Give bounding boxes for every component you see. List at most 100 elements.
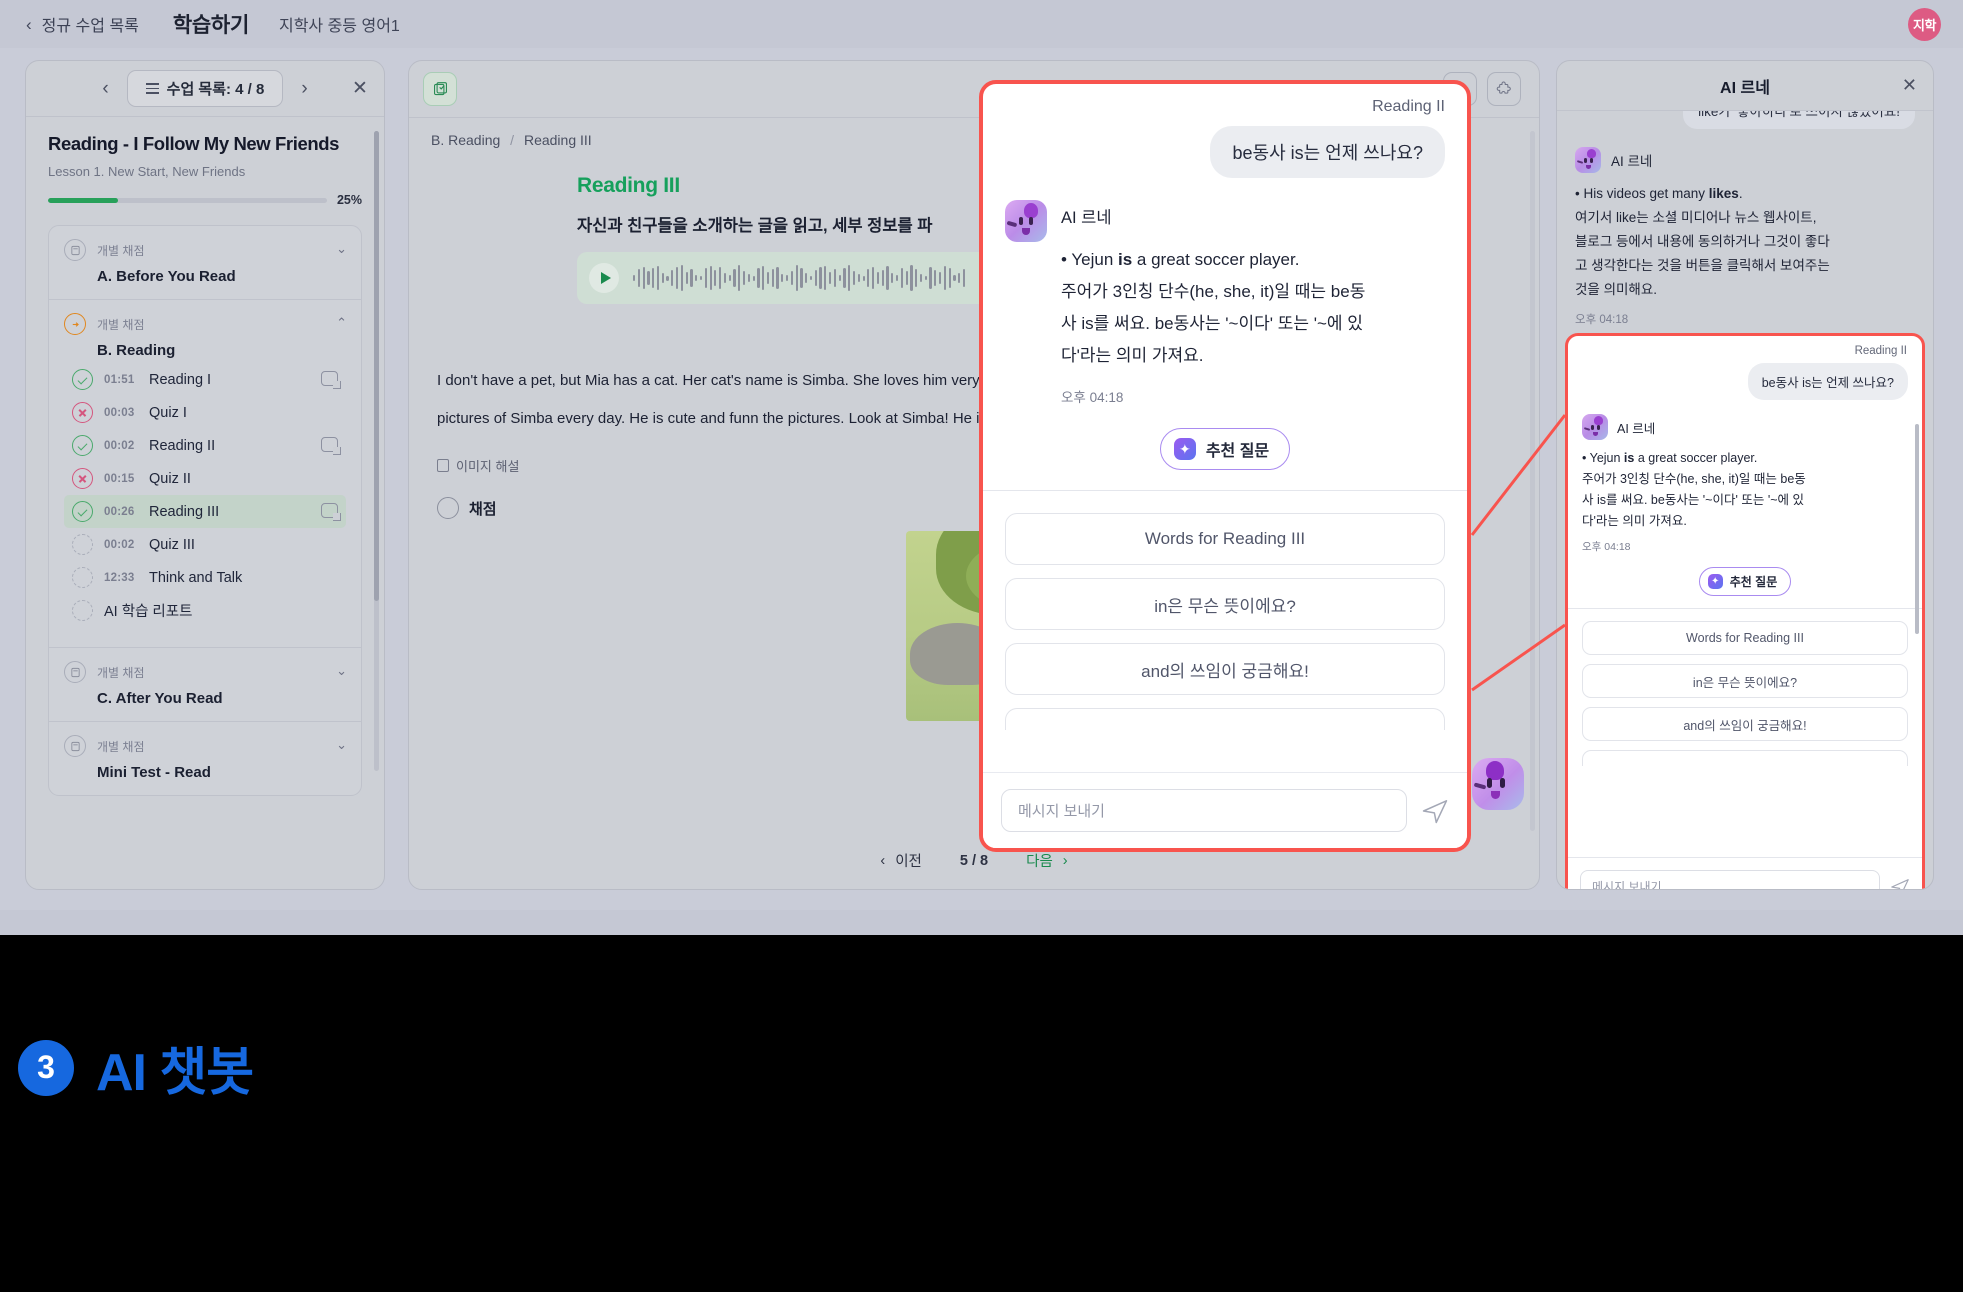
ai-response-header: AI 르네 <box>1582 414 1908 440</box>
suggestion-option[interactable]: Words for Reading III <box>1005 513 1445 565</box>
chevron-down-icon[interactable]: ⌄ <box>336 663 347 679</box>
avatar[interactable]: 지학 <box>1908 8 1941 41</box>
section-c-header: 개별 채점 ⌄ <box>64 661 347 683</box>
mascot-icon <box>1005 200 1047 242</box>
suggested-questions-label: 추천 질문 <box>1205 443 1270 460</box>
section-minitest-name: Mini Test - Read <box>97 764 211 781</box>
section-b-header: 개별 채점 ⌃ <box>64 313 347 335</box>
empty-circle-icon <box>72 567 93 588</box>
ai-chat-card-magnified: Reading II be동사 is는 언제 쓰나요? AI 르네 • Yeju… <box>979 80 1471 852</box>
section-c-tag: 개별 채점 <box>97 665 145 680</box>
lesson-item[interactable]: 00:02 Reading II <box>64 429 346 462</box>
suggestion-option[interactable]: Words for Reading III <box>1582 621 1908 655</box>
suggestion-list: Words for Reading III in은 무슨 뜻이에요? and의 … <box>983 491 1467 730</box>
lesson-count-label: 수업 목록: 4 / 8 <box>166 81 265 98</box>
suggested-questions-button[interactable]: ✦ 추천 질문 <box>1698 567 1792 596</box>
next-page-button[interactable]: 다음 › <box>1026 850 1068 871</box>
lesson-item-label: AI 학습 리포트 <box>104 604 193 620</box>
section-b-name: B. Reading <box>97 342 176 359</box>
image-caption-label: 이미지 해설 <box>456 459 520 474</box>
lesson-item[interactable]: 00:15 Quiz II <box>64 462 346 495</box>
page-title: 학습하기 <box>172 14 249 37</box>
lesson-item[interactable]: 00:26 Reading III <box>64 495 346 528</box>
chevron-left-icon: ‹ <box>26 14 32 34</box>
lesson-title: Reading - I Follow My New Friends <box>48 133 340 154</box>
suggestion-scrollbar[interactable] <box>1915 424 1919 634</box>
lesson-list-header: ‹ 수업 목록: 4 / 8 › ✕ <box>26 61 384 117</box>
chevron-down-icon[interactable]: ⌄ <box>336 241 347 257</box>
chat-bubble-icon[interactable] <box>321 503 341 521</box>
ai-response-body: • Yejun is a great soccer player. 주어가 3인… <box>1582 451 1806 528</box>
chevron-up-icon[interactable]: ⌃ <box>336 315 347 331</box>
play-icon[interactable] <box>589 263 619 293</box>
list-icon <box>145 83 159 94</box>
lesson-item[interactable]: 00:03 Quiz I <box>64 396 346 429</box>
app-inner: ‹ 정규 수업 목록 학습하기 지학사 중등 영어1 지학 ‹ 수업 목록: 4… <box>0 0 1963 910</box>
chat-message-sender: AI 르네 <box>1611 154 1653 169</box>
suggestion-option[interactable]: and의 쓰임이 궁금해요! <box>1005 643 1445 695</box>
send-icon[interactable] <box>1890 877 1910 889</box>
lesson-count-chip[interactable]: 수업 목록: 4 / 8 <box>126 70 284 107</box>
book-check-icon[interactable] <box>423 72 457 106</box>
section-a-name: A. Before You Read <box>97 268 236 285</box>
send-icon[interactable] <box>1421 797 1449 825</box>
lesson-section-b[interactable]: 개별 채점 ⌃ B. Reading 01:51 Reading I 00:03 Qu… <box>49 300 361 648</box>
chat-bubble-icon[interactable] <box>321 437 341 455</box>
prev-lesson-button[interactable]: ‹ <box>98 78 112 100</box>
lesson-item[interactable]: 00:02 Quiz III <box>64 528 346 561</box>
suggestion-option-clipped[interactable] <box>1005 708 1445 730</box>
ai-chat-panel: AI 르네 ✕ like가 '좋아하다'로 쓰이지 않았어요! AI 르네 • … <box>1556 60 1934 890</box>
suggestion-option-clipped[interactable] <box>1582 750 1908 766</box>
ai-line-rest: a great soccer player. <box>1132 250 1300 269</box>
user-message-bubble: be동사 is는 언제 쓰나요? <box>1747 363 1908 400</box>
back-to-course-list-button[interactable]: ‹ 정규 수업 목록 <box>26 12 139 36</box>
ai-line-rest: a great soccer player. <box>1634 451 1758 465</box>
chat-message-time: 오후 04:18 <box>1575 314 1629 326</box>
sparkle-icon: ✦ <box>1173 438 1196 460</box>
clipboard-icon <box>64 661 86 683</box>
ai-response-column: AI 르네 • Yejun is a great soccer player. … <box>1061 200 1445 406</box>
check-circle-icon <box>72 369 93 390</box>
ai-line-bold: is <box>1623 451 1635 465</box>
suggestion-option[interactable]: and의 쓰임이 궁금해요! <box>1582 707 1908 741</box>
mascot-icon <box>1582 414 1608 440</box>
suggested-questions-button[interactable]: ✦ 추천 질문 <box>1159 428 1291 470</box>
lesson-item-label: Reading II <box>149 437 216 454</box>
close-icon[interactable]: ✕ <box>1902 76 1917 94</box>
lesson-section-minitest[interactable]: 개별 채점 ⌄ Mini Test - Read <box>49 722 361 795</box>
chat-message-body: • His videos get many likes. 여기서 like는 소… <box>1575 186 1830 297</box>
content-scrollbar[interactable] <box>1530 131 1535 831</box>
lesson-section-a[interactable]: 개별 채점 ⌄ A. Before You Read <box>49 226 361 300</box>
prev-page-label: 이전 <box>895 854 922 870</box>
prev-page-button[interactable]: ‹ 이전 <box>880 850 922 871</box>
ai-name: AI 르네 <box>1617 421 1656 436</box>
lesson-sections: 개별 채점 ⌄ A. Before You Read 개별 채점 ⌃ B. Re… <box>48 225 362 796</box>
ai-line-bullet: • Yejun <box>1582 451 1624 465</box>
user-message-bubble: be동사 is는 언제 쓰나요? <box>1210 126 1445 178</box>
close-icon[interactable]: ✕ <box>350 79 370 99</box>
lesson-item[interactable]: 01:51 Reading I <box>64 363 346 396</box>
lesson-item-time: 00:02 <box>104 538 135 551</box>
ai-response-time: 오후 04:18 <box>1582 541 1631 553</box>
next-lesson-button[interactable]: › <box>297 78 311 100</box>
lesson-panel-scrollbar[interactable] <box>374 131 379 771</box>
suggestion-option[interactable]: in은 무슨 뜻이에요? <box>1582 664 1908 698</box>
lesson-item[interactable]: AI 학습 리포트 <box>64 594 346 627</box>
lesson-item[interactable]: 12:33 Think and Talk <box>64 561 346 594</box>
section-b-tag: 개별 채점 <box>97 317 145 332</box>
floating-mascot-button[interactable] <box>1472 758 1524 810</box>
chat-message-header: AI 르네 <box>1575 147 1915 173</box>
lesson-item-label: Reading III <box>149 503 220 520</box>
chat-input-small[interactable]: 메시지 보내기 <box>1580 870 1880 889</box>
breadcrumb-leaf: Reading III <box>523 132 592 148</box>
chat-bubble-icon[interactable] <box>321 371 341 389</box>
progress-percent: 25% <box>336 193 362 207</box>
breadcrumb-root[interactable]: B. Reading <box>431 132 500 148</box>
chevron-down-icon[interactable]: ⌄ <box>336 737 347 753</box>
back-label: 정규 수업 목록 <box>41 18 139 35</box>
puzzle-icon[interactable] <box>1487 72 1521 106</box>
lesson-section-c[interactable]: 개별 채점 ⌄ C. After You Read <box>49 648 361 722</box>
suggestion-option[interactable]: in은 무슨 뜻이에요? <box>1005 578 1445 630</box>
chat-input[interactable]: 메시지 보내기 <box>1001 789 1407 832</box>
caption-text: AI 챗봇 <box>96 1044 254 1102</box>
